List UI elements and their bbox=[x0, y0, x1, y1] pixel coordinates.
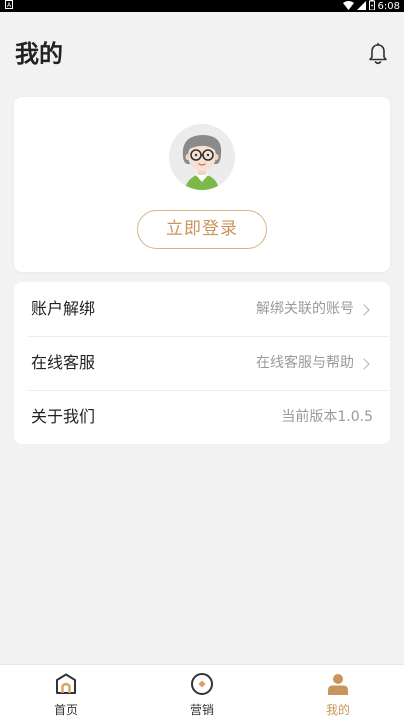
notification-icon: A bbox=[5, 0, 13, 13]
svg-text:A: A bbox=[7, 2, 12, 9]
menu-item-value: 当前版本1.0.5 bbox=[281, 409, 373, 425]
chevron-right-icon bbox=[358, 303, 370, 316]
chevron-right-icon bbox=[358, 357, 370, 370]
nav-item-mine[interactable]: 我的 bbox=[298, 665, 378, 721]
menu-item-value-text: 在线客服与帮助 bbox=[256, 355, 354, 371]
menu-item-account-unbind[interactable]: 账户解绑 解绑关联的账号 bbox=[14, 282, 390, 336]
bottom-nav: 首页 营销 我的 bbox=[0, 664, 404, 721]
menu-item-value: 在线客服与帮助 bbox=[256, 336, 370, 390]
menu-item-label: 在线客服 bbox=[31, 353, 96, 372]
nav-label: 我的 bbox=[325, 703, 350, 717]
wifi-icon bbox=[342, 0, 354, 14]
nav-item-marketing[interactable]: 营销 bbox=[162, 665, 242, 721]
bell-icon[interactable] bbox=[366, 42, 390, 66]
menu-item-about-us[interactable]: 关于我们 当前版本1.0.5 bbox=[14, 390, 390, 444]
signal-icon bbox=[356, 0, 366, 14]
status-bar: A 6:08 bbox=[0, 0, 404, 12]
menu-item-online-service[interactable]: 在线客服 在线客服与帮助 bbox=[14, 336, 390, 390]
menu-item-value: 解绑关联的账号 bbox=[256, 282, 370, 336]
home-icon bbox=[54, 672, 78, 696]
nav-item-home[interactable]: 首页 bbox=[26, 665, 106, 721]
menu-item-label: 关于我们 bbox=[31, 407, 96, 426]
profile-card: 立即登录 bbox=[14, 97, 390, 272]
avatar[interactable] bbox=[169, 124, 235, 190]
menu-card: 账户解绑 解绑关联的账号 在线客服 在线客服与帮助 关于我们 当前版本1.0.5 bbox=[14, 282, 390, 444]
nav-label: 首页 bbox=[53, 703, 78, 717]
compass-icon bbox=[190, 672, 214, 696]
status-time: 6:08 bbox=[377, 1, 400, 12]
nav-label: 营销 bbox=[189, 703, 214, 717]
login-button[interactable]: 立即登录 bbox=[137, 210, 267, 249]
menu-item-value-text: 解绑关联的账号 bbox=[256, 301, 354, 317]
menu-item-label: 账户解绑 bbox=[31, 299, 96, 318]
page-title: 我的 bbox=[15, 40, 63, 68]
profile-icon bbox=[326, 672, 350, 696]
battery-icon bbox=[368, 0, 375, 14]
